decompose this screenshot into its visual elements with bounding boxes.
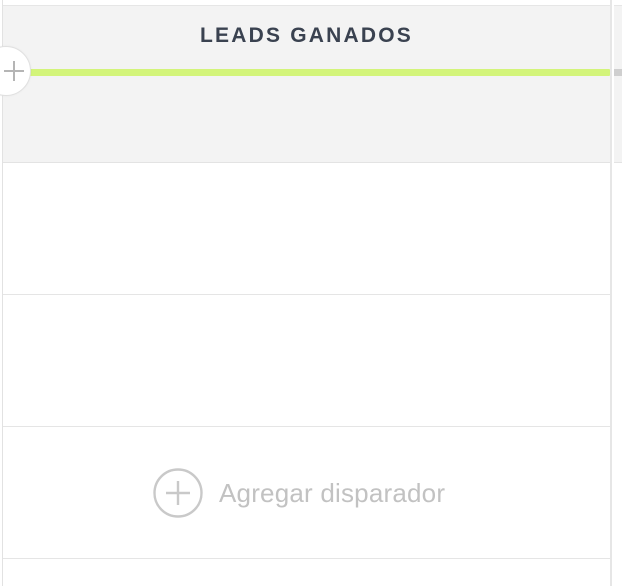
trigger-slot xyxy=(3,163,610,295)
plus-circle-icon xyxy=(153,468,203,518)
column-title: LEADS GANADOS xyxy=(200,24,413,47)
next-column-body xyxy=(614,163,622,586)
add-trigger-button[interactable]: Agregar disparador xyxy=(153,468,445,518)
next-column-header xyxy=(614,5,622,163)
column-header: LEADS GANADOS xyxy=(3,5,610,163)
next-stage-color-bar xyxy=(614,69,622,76)
stage-color-bar xyxy=(29,69,610,76)
pipeline-column: LEADS GANADOS Agregar disparador xyxy=(0,0,612,586)
trigger-slot xyxy=(3,295,610,427)
add-trigger-label: Agregar disparador xyxy=(219,477,446,508)
trigger-slot xyxy=(3,559,610,586)
pipeline-board: LEADS GANADOS Agregar disparador xyxy=(0,0,622,586)
trigger-slot: Agregar disparador xyxy=(3,427,610,559)
plus-icon xyxy=(4,61,24,81)
